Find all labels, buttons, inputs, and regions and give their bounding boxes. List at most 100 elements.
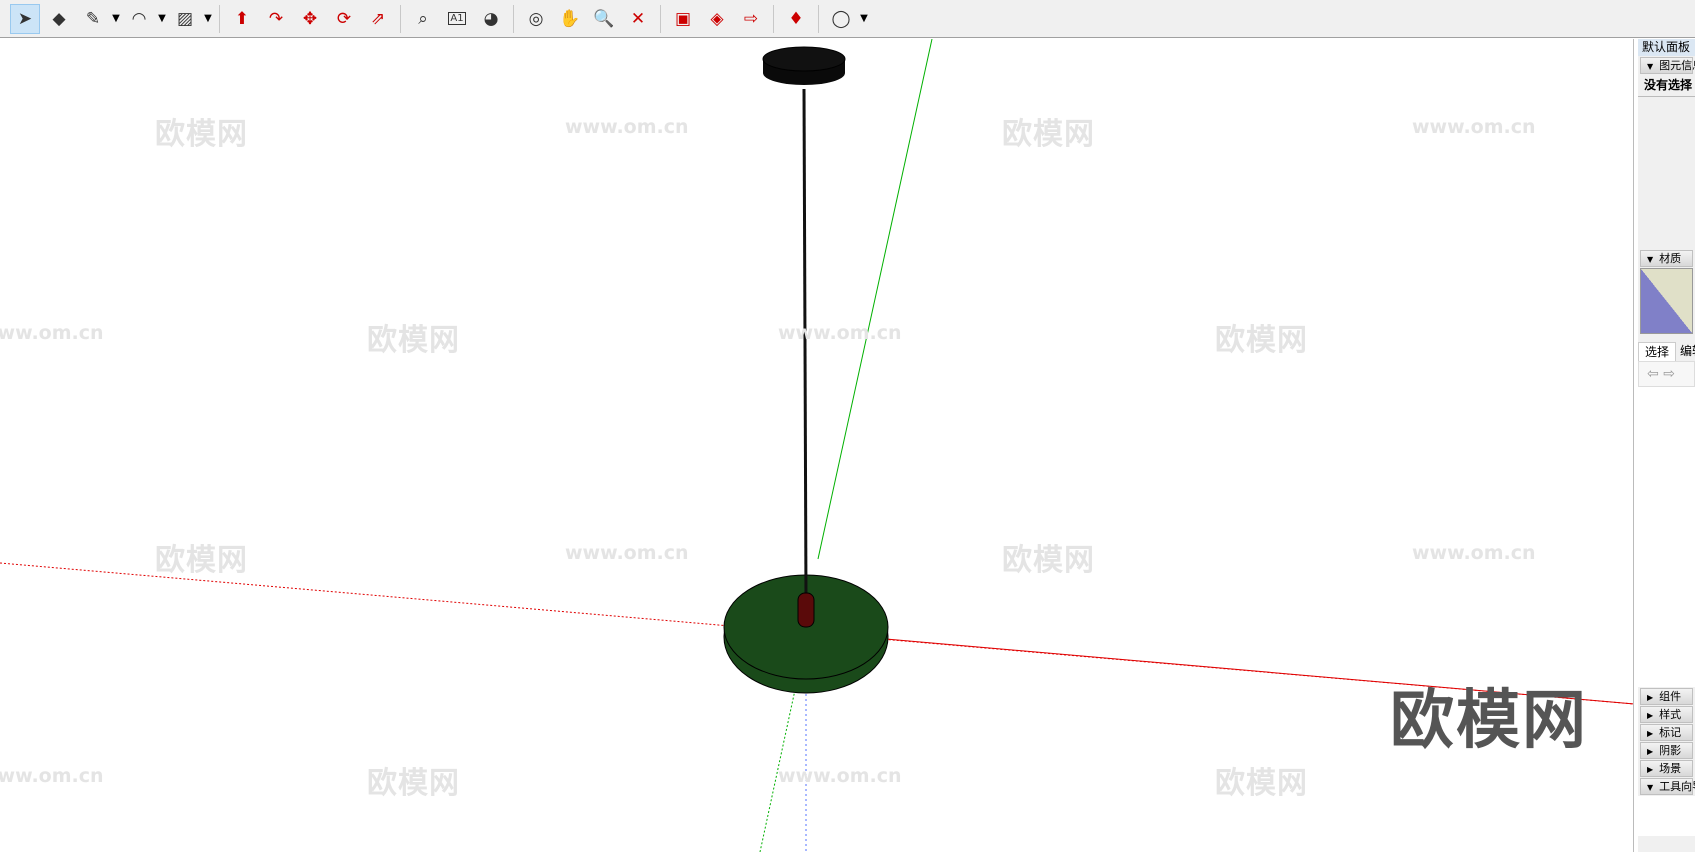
tray-section-5[interactable]: ▼ 工具向导 — [1640, 778, 1695, 795]
push-pull-tool-icon: ⬆ — [234, 8, 250, 29]
extension-manager-button-icon: ♦ — [788, 8, 804, 29]
watermark: www.om.cn — [0, 322, 104, 344]
scale-tool-button[interactable]: ⇗ — [363, 4, 393, 34]
green-axis — [817, 39, 933, 560]
forward-arrow-icon[interactable]: ⇨ — [1663, 366, 1675, 382]
dropdown-arrow-icon[interactable]: ▼ — [202, 13, 214, 24]
3d-warehouse-button-icon: ▣ — [674, 8, 692, 29]
tape-measure-tool-icon: ⌕ — [418, 8, 428, 29]
eraser-tool-button[interactable]: ◆ — [44, 4, 74, 34]
expand-icon: ▶ — [1647, 693, 1654, 702]
toolbar-separator — [660, 4, 661, 33]
tape-measure-tool-button[interactable]: ⌕ — [408, 4, 438, 34]
watermark: 欧模网 — [1002, 117, 1095, 152]
tray-title: 默认面板 — [1638, 39, 1695, 56]
tray-section-label: 阴影 — [1659, 744, 1682, 757]
toolbar-separator — [219, 4, 220, 33]
extension-manager-button-button[interactable]: ♦ — [781, 4, 811, 34]
text-tool-button[interactable]: A1 — [442, 4, 472, 34]
send-to-layout-button-icon: ⇨ — [743, 8, 759, 29]
tab-select[interactable]: 选择 — [1638, 342, 1677, 361]
watermark: www.om.cn — [565, 116, 689, 138]
materials-label: 材质 — [1659, 252, 1682, 265]
expand-icon: ▶ — [1647, 711, 1654, 720]
watermark-logo: 欧模网 — [1390, 684, 1588, 758]
toolbar-separator — [513, 4, 514, 33]
tray-section-1[interactable]: ▶ 样式 — [1640, 706, 1693, 723]
select-tool-button[interactable]: ➤ — [10, 3, 40, 34]
follow-me-tool-icon: ↷ — [268, 8, 284, 29]
move-tool-button[interactable]: ✥ — [295, 4, 325, 34]
rotate-tool-icon: ⟳ — [336, 8, 352, 29]
pan-tool-button[interactable]: ✋ — [555, 4, 585, 34]
send-to-layout-button-button[interactable]: ⇨ — [736, 4, 766, 34]
tray-section-label: 组件 — [1659, 690, 1682, 703]
model-canvas — [0, 39, 1633, 852]
materials-header[interactable]: ▼ 材质 — [1640, 250, 1693, 267]
pencil-tool-icon: ✎ — [85, 8, 101, 29]
tab-edit[interactable]: 编辑 — [1676, 342, 1695, 361]
account-button-icon: ◯ — [831, 8, 851, 29]
dropdown-arrow-icon[interactable]: ▼ — [110, 13, 122, 24]
orbit-tool-icon: ◎ — [528, 8, 544, 29]
tray-section-4[interactable]: ▶ 场景 — [1640, 760, 1693, 777]
cable — [802, 88, 808, 600]
back-arrow-icon[interactable]: ⇦ — [1647, 366, 1659, 382]
push-pull-tool-button[interactable]: ⬆ — [227, 4, 257, 34]
follow-me-tool-button[interactable]: ↷ — [261, 4, 291, 34]
move-tool-icon: ✥ — [302, 8, 318, 29]
watermark: www.om.cn — [778, 322, 902, 344]
eraser-tool-icon: ◆ — [52, 8, 66, 29]
watermark: 欧模网 — [1215, 766, 1308, 801]
entity-info-header[interactable]: ▼ 图元信息 — [1640, 57, 1695, 74]
arc-tool-button[interactable]: ◠ — [124, 4, 154, 34]
extension-warehouse-button-icon: ◈ — [710, 8, 724, 29]
tray-section-label: 场景 — [1659, 762, 1682, 775]
paint-bucket-tool-icon: ◕ — [483, 8, 499, 29]
dropdown-arrow-icon[interactable]: ▼ — [156, 13, 168, 24]
watermark: www.om.cn — [1412, 542, 1536, 564]
watermark: 欧模网 — [367, 766, 460, 801]
tray-section-label: 工具向导 — [1659, 780, 1695, 793]
tray-section-0[interactable]: ▶ 组件 — [1640, 688, 1693, 705]
rectangle-tool-button[interactable]: ▨ — [170, 4, 200, 34]
account-button-button[interactable]: ◯ — [826, 4, 856, 34]
toolbar-separator — [773, 4, 774, 33]
collapse-icon: ▼ — [1647, 255, 1654, 264]
rectangle-tool-icon: ▨ — [176, 8, 194, 29]
dropdown-arrow-icon[interactable]: ▼ — [858, 13, 870, 24]
collapse-icon: ▼ — [1647, 783, 1654, 792]
collapse-icon: ▼ — [1647, 62, 1654, 71]
3d-warehouse-button-button[interactable]: ▣ — [668, 4, 698, 34]
entity-info-body — [1638, 97, 1695, 249]
watermark: www.om.cn — [778, 765, 902, 787]
expand-icon: ▶ — [1647, 765, 1654, 774]
rotate-tool-button[interactable]: ⟳ — [329, 4, 359, 34]
watermark: 欧模网 — [1215, 323, 1308, 358]
zoom-tool-button[interactable]: 🔍 — [589, 4, 619, 34]
material-swatch[interactable] — [1640, 268, 1693, 334]
zoom-extents-tool-icon: ✕ — [630, 8, 646, 29]
entity-info-label: 图元信息 — [1659, 59, 1695, 72]
zoom-extents-tool-button[interactable]: ✕ — [623, 4, 653, 34]
selection-status: 没有选择 — [1638, 75, 1695, 97]
zoom-tool-icon: 🔍 — [593, 8, 615, 29]
pencil-tool-button[interactable]: ✎ — [78, 4, 108, 34]
watermark: www.om.cn — [1412, 116, 1536, 138]
watermark: 欧模网 — [367, 323, 460, 358]
watermark: www.om.cn — [0, 765, 104, 787]
tray-section-label: 标记 — [1659, 726, 1682, 739]
watermark: www.om.cn — [565, 542, 689, 564]
tray-section-3[interactable]: ▶ 阴影 — [1640, 742, 1693, 759]
toolbar-separator — [818, 4, 819, 33]
tray-section-2[interactable]: ▶ 标记 — [1640, 724, 1693, 741]
instructor-body — [1638, 796, 1695, 836]
selection-body — [1638, 387, 1695, 687]
extension-warehouse-button-button[interactable]: ◈ — [702, 4, 732, 34]
toolbar-separator — [400, 4, 401, 33]
3d-viewport[interactable]: 欧模网 www.om.cn 欧模网 www.om.cn www.om.cn 欧模网 www.… — [0, 39, 1634, 852]
watermark: 欧模网 — [155, 117, 248, 152]
orbit-tool-button[interactable]: ◎ — [521, 4, 551, 34]
paint-bucket-tool-button[interactable]: ◕ — [476, 4, 506, 34]
pan-tool-icon: ✋ — [559, 8, 581, 29]
